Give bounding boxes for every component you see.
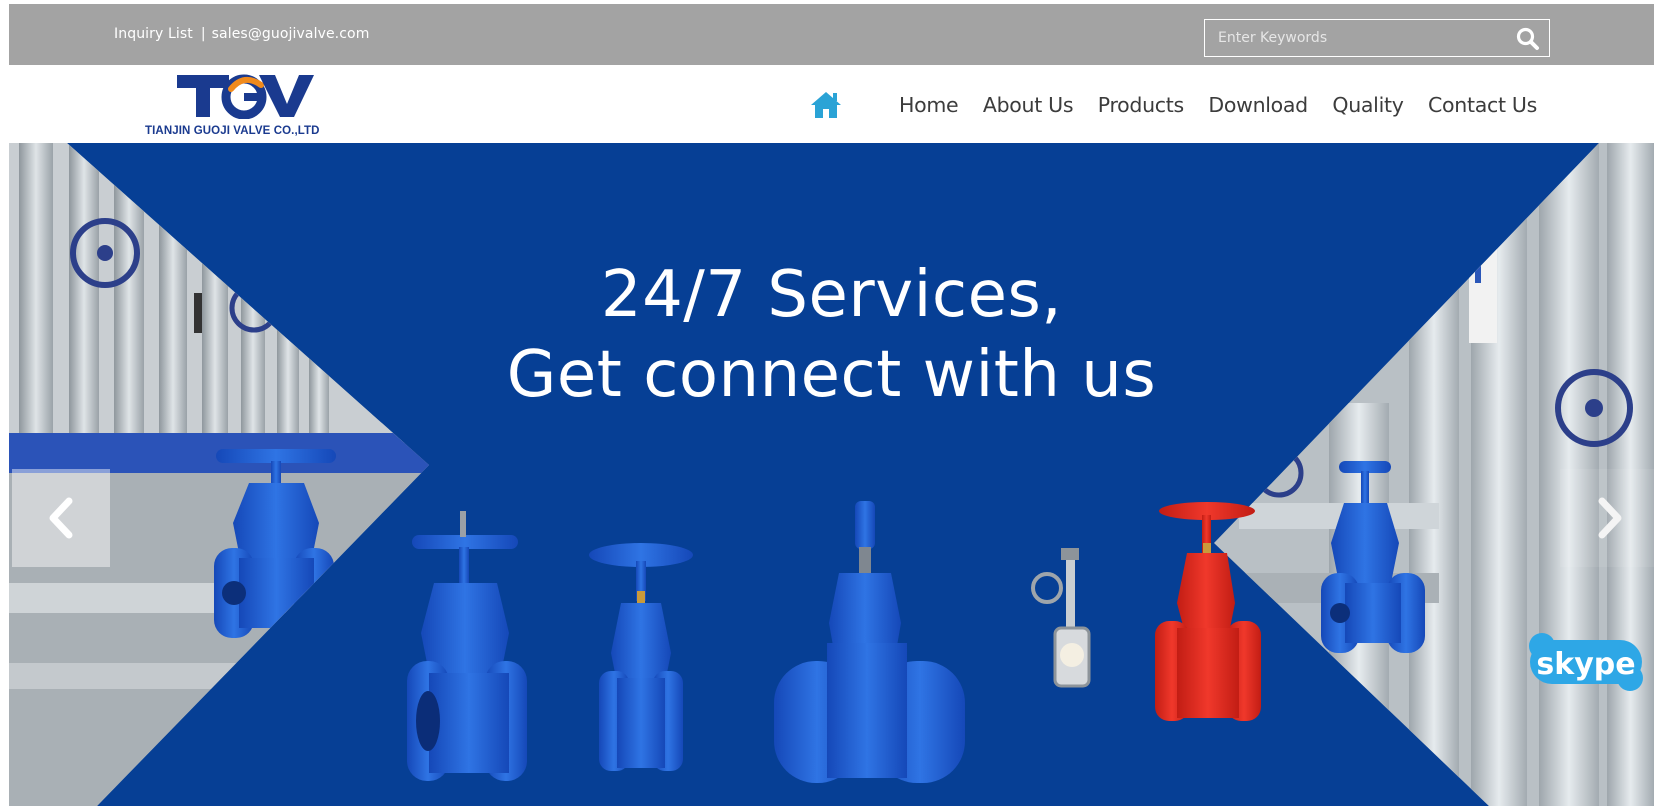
- logo-mark: [177, 74, 314, 119]
- hero-banner: 24/7 Services, Get connect with us skype: [9, 143, 1654, 806]
- inquiry-list-link[interactable]: Inquiry List: [114, 26, 193, 42]
- banner-headline: 24/7 Services, Get connect with us: [9, 255, 1654, 415]
- separator: |: [200, 26, 206, 42]
- email-link[interactable]: sales@guojivalve.com: [212, 26, 370, 42]
- nav-home[interactable]: Home: [899, 93, 959, 117]
- slider-next-button[interactable]: [1560, 469, 1654, 567]
- logo[interactable]: TIANJIN GUOJI VALVE CO.,LTD: [143, 71, 343, 137]
- search-icon[interactable]: [1515, 26, 1541, 52]
- top-bar: Inquiry List | sales@guojivalve.com: [9, 4, 1654, 65]
- headline-line-1: 24/7 Services,: [600, 258, 1063, 332]
- skype-label: skype: [1536, 647, 1635, 682]
- search-input[interactable]: [1205, 20, 1505, 56]
- headline-line-2: Get connect with us: [506, 338, 1157, 412]
- company-name: TIANJIN GUOJI VALVE CO.,LTD: [145, 125, 320, 137]
- top-contact: Inquiry List | sales@guojivalve.com: [114, 26, 369, 42]
- home-icon[interactable]: [809, 89, 843, 121]
- product-valves: [407, 501, 1261, 783]
- nav-about-us[interactable]: About Us: [983, 93, 1074, 117]
- skype-icon[interactable]: skype: [1526, 630, 1646, 694]
- nav-download[interactable]: Download: [1208, 93, 1308, 117]
- search-box: [1204, 19, 1550, 57]
- chevron-left-icon: [49, 497, 73, 539]
- nav-contact-us[interactable]: Contact Us: [1428, 93, 1537, 117]
- banner-artwork: [9, 143, 1654, 806]
- main-nav: Home About Us Products Download Quality …: [809, 85, 1562, 125]
- chevron-right-icon: [1598, 497, 1622, 539]
- page: Inquiry List|sales@guojivalve.com TIANJ: [0, 0, 1654, 806]
- header: TIANJIN GUOJI VALVE CO.,LTD Home About U…: [9, 65, 1654, 143]
- slider-prev-button[interactable]: [12, 469, 110, 567]
- nav-quality[interactable]: Quality: [1332, 93, 1403, 117]
- nav-products[interactable]: Products: [1098, 93, 1184, 117]
